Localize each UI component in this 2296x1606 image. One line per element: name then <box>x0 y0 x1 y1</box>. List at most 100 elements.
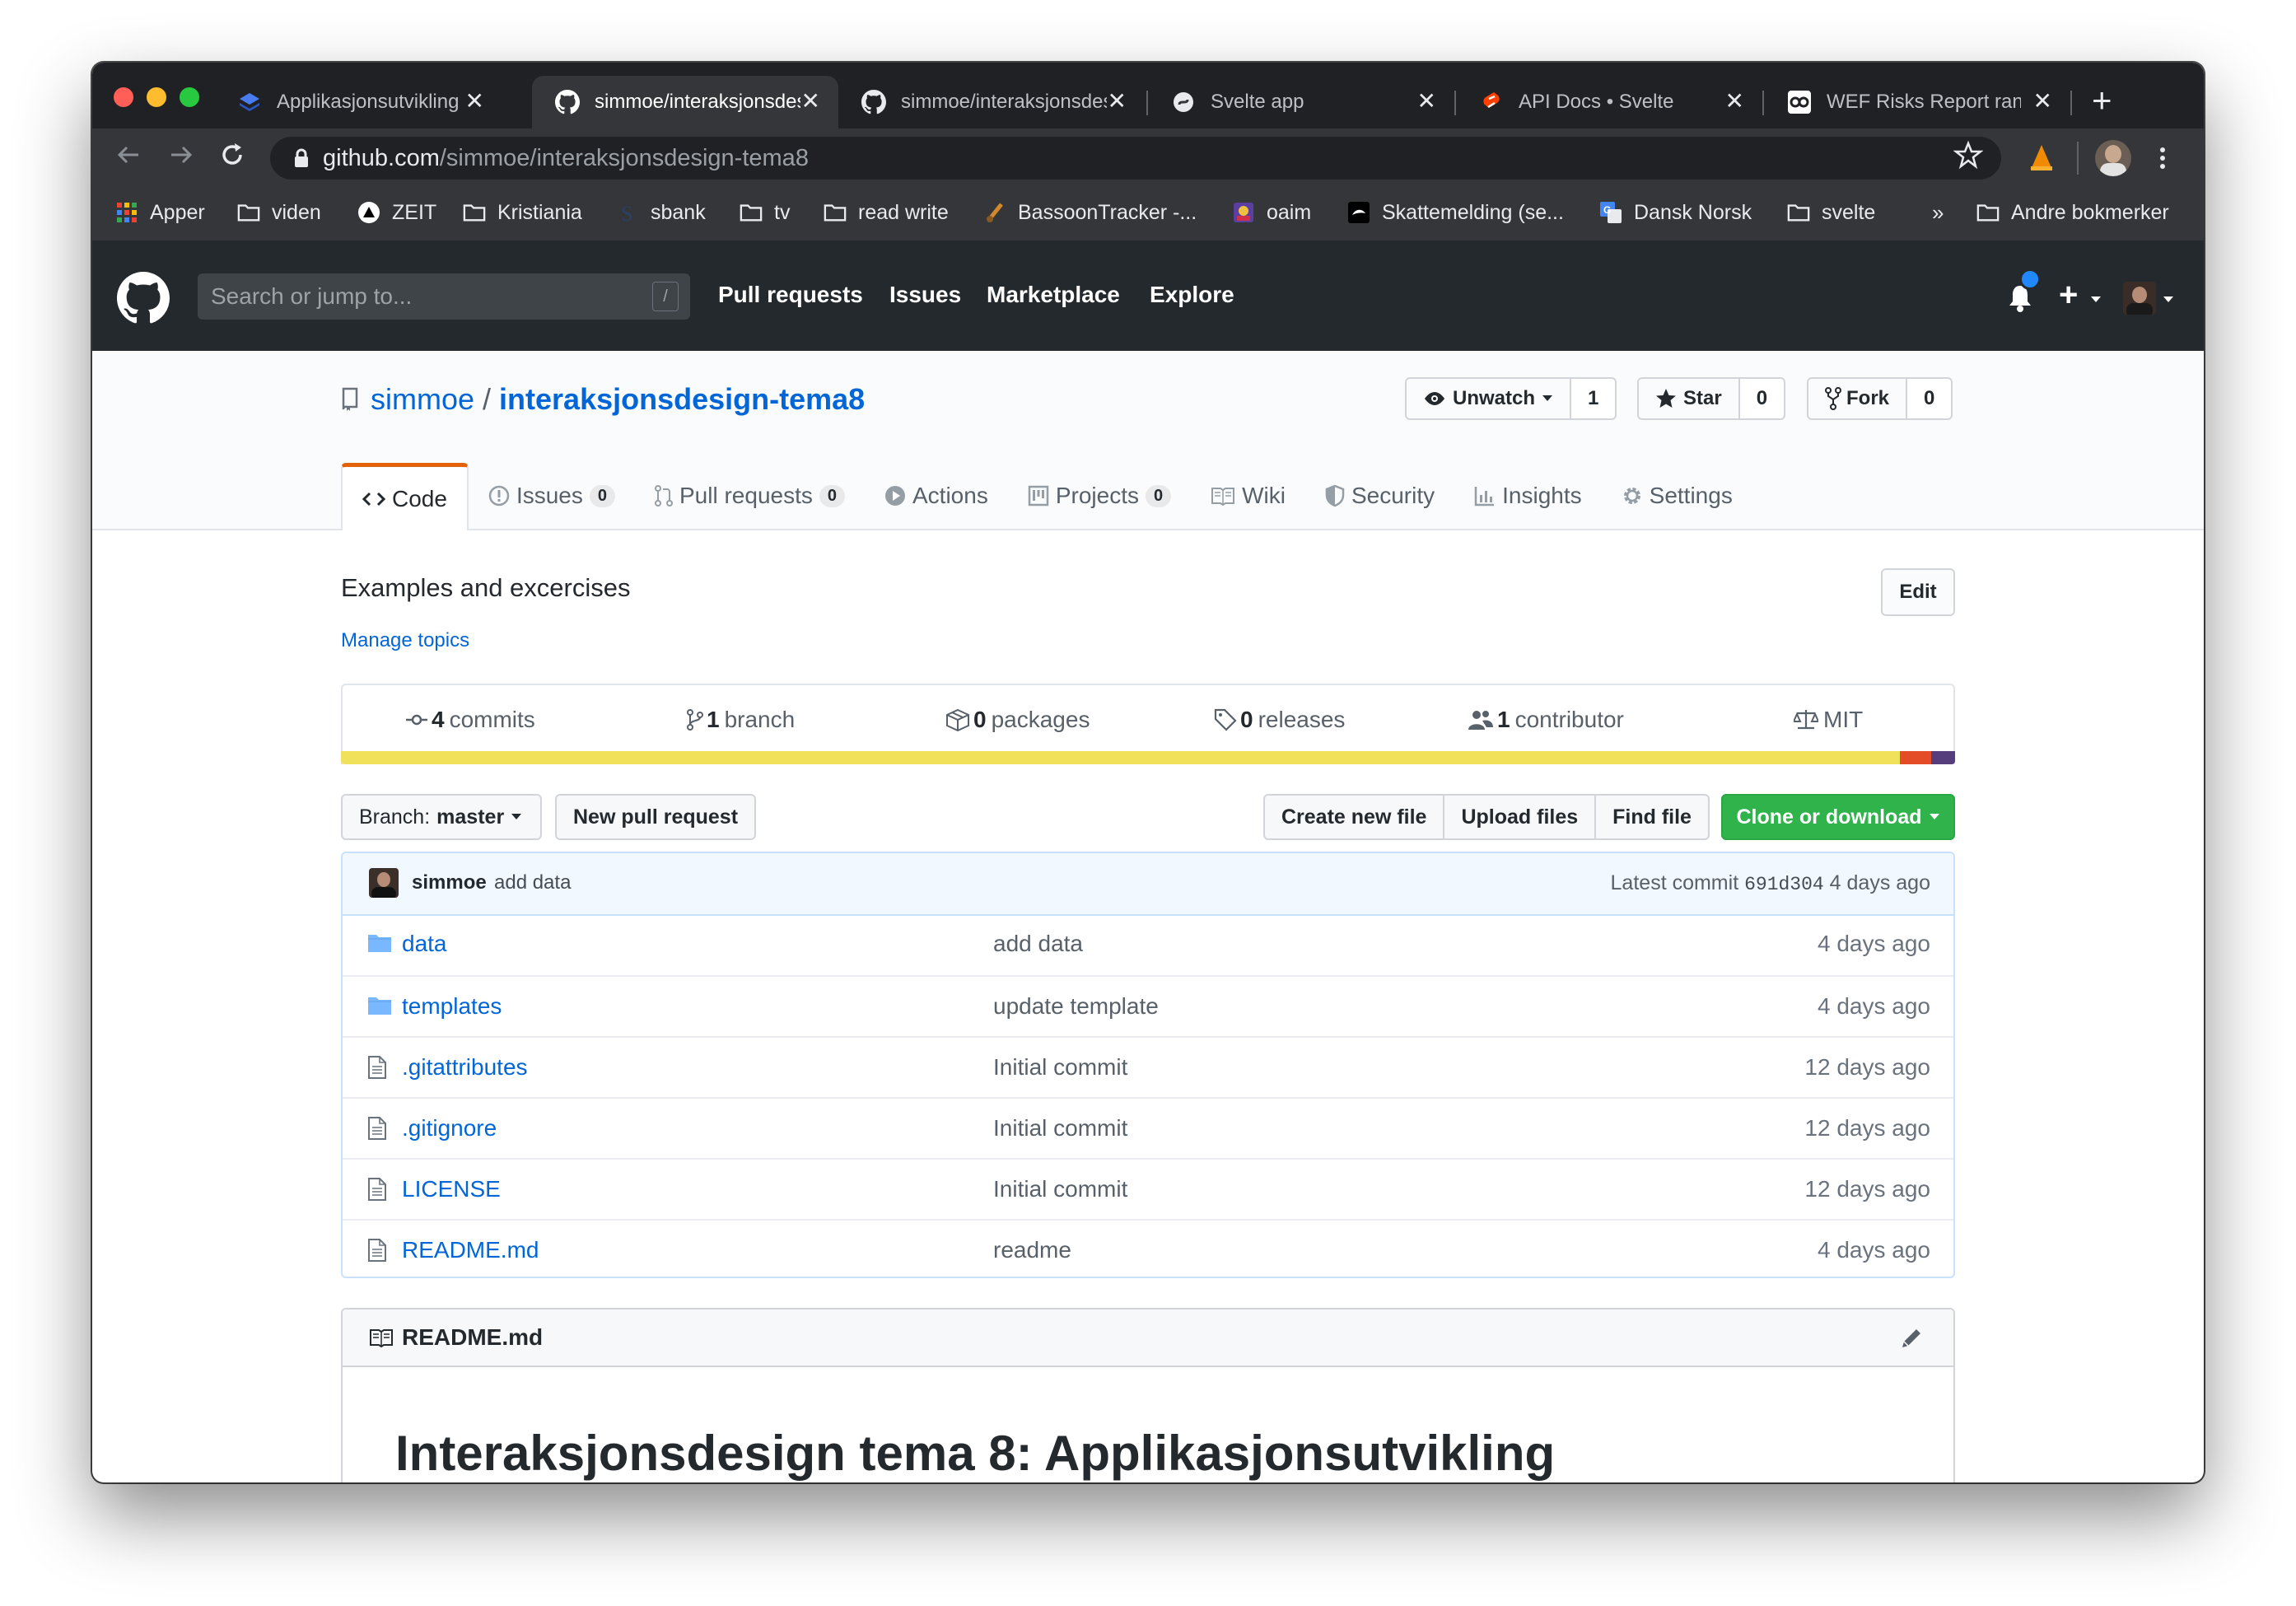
new-tab-button[interactable]: + <box>2092 81 2112 120</box>
new-pull-request-button[interactable]: New pull request <box>555 794 756 840</box>
bookmark-link[interactable]: S sbank <box>616 196 706 229</box>
zoom-window-button[interactable] <box>180 87 199 107</box>
commits-link[interactable]: 4 commits <box>405 707 535 733</box>
language-segment[interactable] <box>1930 751 1955 764</box>
find-file-button[interactable]: Find file <box>1596 794 1710 840</box>
edit-description-button[interactable]: Edit <box>1881 568 1955 616</box>
fork-button[interactable]: Fork <box>1807 377 1908 420</box>
file-commit-message[interactable]: Initial commit <box>993 1115 1127 1141</box>
nav-marketplace[interactable]: Marketplace <box>987 282 1120 308</box>
nav-issues[interactable]: Issues <box>889 282 961 308</box>
clone-or-download-button[interactable]: Clone or download <box>1721 794 1955 840</box>
create-new-plus[interactable]: + <box>2059 277 2078 314</box>
vlc-extension-icon[interactable] <box>2028 143 2056 177</box>
tab-security[interactable]: Security <box>1305 463 1454 529</box>
minimize-window-button[interactable] <box>147 87 166 107</box>
tab-issues[interactable]: Issues 0 <box>469 463 635 529</box>
branch-select-button[interactable]: Branch: master <box>341 794 542 840</box>
close-tab-icon[interactable]: ✕ <box>1417 87 1436 114</box>
github-logo-icon[interactable] <box>117 272 170 329</box>
repo-name-link[interactable]: interaksjonsdesign-tema8 <box>499 382 865 417</box>
bookmark-folder[interactable]: Kristiania <box>463 196 582 229</box>
bookmark-link[interactable]: G Dansk Norsk <box>1599 196 1752 229</box>
contributors-link[interactable]: 1 contributor <box>1468 707 1624 733</box>
packages-link[interactable]: 0 packages <box>945 707 1090 733</box>
file-name-link[interactable]: README.md <box>402 1237 539 1263</box>
forks-count[interactable]: 0 <box>1907 377 1953 420</box>
language-segment[interactable] <box>341 751 1901 764</box>
browser-tab[interactable]: simmoe/interaksjonsdesign ✕ <box>838 76 1145 128</box>
user-avatar[interactable] <box>2123 282 2156 315</box>
nav-pull-requests[interactable]: Pull requests <box>718 282 863 308</box>
tab-code[interactable]: Code <box>341 463 469 530</box>
file-commit-message[interactable]: update template <box>993 993 1159 1020</box>
branches-link[interactable]: 1 branch <box>687 707 795 733</box>
bookmark-apps[interactable]: Apper <box>115 196 205 229</box>
bookmark-link[interactable]: ZEIT <box>357 196 436 229</box>
browser-tab[interactable]: WEF Risks Report rankings ✕ <box>1764 76 2070 128</box>
close-tab-icon[interactable]: ✕ <box>1725 87 1744 114</box>
tab-actions[interactable]: Actions <box>865 463 1008 529</box>
file-commit-message[interactable]: Initial commit <box>993 1054 1127 1081</box>
bookmark-star-icon[interactable] <box>1953 140 1984 177</box>
file-name-link[interactable]: data <box>402 931 447 957</box>
reload-icon[interactable] <box>217 140 247 177</box>
tab-insights[interactable]: Insights <box>1454 463 1602 529</box>
manage-topics-link[interactable]: Manage topics <box>341 629 469 652</box>
browser-tab-active[interactable]: simmoe/interaksjonsdesign-tema8 ✕ <box>532 76 838 128</box>
file-name-link[interactable]: .gitignore <box>402 1115 497 1141</box>
language-bar[interactable] <box>341 751 1955 764</box>
browser-tab[interactable]: Applikasjonsutvikling ✕ <box>214 76 502 128</box>
other-bookmarks-folder[interactable]: Andre bokmerker <box>1976 196 2169 229</box>
tab-projects[interactable]: Projects 0 <box>1008 463 1191 529</box>
browser-tab[interactable]: Svelte app ✕ <box>1148 76 1454 128</box>
commit-sha-link[interactable]: 691d304 <box>1744 874 1824 895</box>
close-tab-icon[interactable]: ✕ <box>2033 87 2052 114</box>
close-tab-icon[interactable]: ✕ <box>1108 87 1127 114</box>
close-tab-icon[interactable]: ✕ <box>465 87 484 114</box>
bookmark-folder[interactable]: svelte <box>1787 196 1875 229</box>
profile-avatar[interactable] <box>2095 140 2131 176</box>
file-name-link[interactable]: .gitattributes <box>402 1054 528 1081</box>
browser-tab[interactable]: API Docs • Svelte ✕ <box>1456 76 1762 128</box>
close-window-button[interactable] <box>114 87 133 107</box>
bookmark-link[interactable]: Skattemelding (se... <box>1347 196 1564 229</box>
file-commit-message[interactable]: Initial commit <box>993 1176 1127 1202</box>
book-icon <box>369 1328 394 1347</box>
star-button[interactable]: Star <box>1637 377 1740 420</box>
file-name-link[interactable]: templates <box>402 993 502 1020</box>
language-segment[interactable] <box>1900 751 1931 764</box>
github-search-input[interactable]: Search or jump to... / <box>198 273 690 320</box>
file-commit-message[interactable]: readme <box>993 1237 1071 1263</box>
commit-author-avatar[interactable] <box>369 868 399 898</box>
watchers-count[interactable]: 1 <box>1571 377 1617 420</box>
pencil-icon[interactable] <box>1899 1326 1924 1351</box>
forward-arrow-icon[interactable] <box>166 140 196 177</box>
upload-files-button[interactable]: Upload files <box>1444 794 1597 840</box>
file-name-link[interactable]: LICENSE <box>402 1176 501 1202</box>
bookmark-link[interactable]: BassoonTracker -... <box>983 196 1197 229</box>
file-commit-message[interactable]: add data <box>993 931 1083 957</box>
tab-pull-requests[interactable]: Pull requests 0 <box>635 463 865 529</box>
address-bar[interactable]: github.com/simmoe/interaksjonsdesign-tem… <box>270 137 2001 180</box>
unwatch-button[interactable]: Unwatch <box>1405 377 1572 420</box>
back-arrow-icon[interactable] <box>114 140 143 177</box>
repo-owner-link[interactable]: simmoe <box>371 382 474 417</box>
tab-wiki[interactable]: Wiki <box>1191 463 1305 529</box>
bookmark-folder[interactable]: viden <box>237 196 321 229</box>
create-new-file-button[interactable]: Create new file <box>1263 794 1445 840</box>
nav-explore[interactable]: Explore <box>1150 282 1234 308</box>
close-tab-icon[interactable]: ✕ <box>801 87 820 114</box>
stars-count[interactable]: 0 <box>1739 377 1786 420</box>
bookmark-link[interactable]: oaim <box>1232 196 1311 229</box>
bookmarks-overflow-button[interactable]: » <box>1932 196 1944 229</box>
releases-link[interactable]: 0 releases <box>1214 707 1345 733</box>
license-link[interactable]: MIT <box>1794 707 1863 733</box>
bookmark-folder[interactable]: tv <box>740 196 790 229</box>
shield-icon <box>1325 484 1345 507</box>
commit-message[interactable]: add data <box>494 871 571 894</box>
bookmark-folder[interactable]: read write <box>824 196 949 229</box>
tab-settings[interactable]: Settings <box>1602 463 1752 529</box>
chrome-menu-icon[interactable] <box>2158 143 2168 177</box>
commit-author[interactable]: simmoe <box>412 871 487 894</box>
